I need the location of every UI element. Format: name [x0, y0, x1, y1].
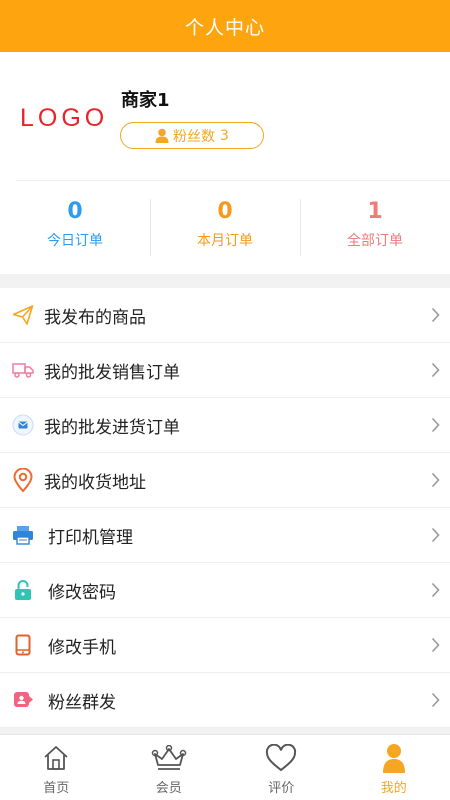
- stat-value: 1: [367, 199, 383, 224]
- home-icon: [42, 743, 70, 773]
- stat-label: 今日订单: [47, 233, 103, 249]
- tab-label: 会员: [155, 781, 182, 796]
- menu-item-change-password[interactable]: 修改密码: [0, 563, 450, 618]
- page-title: 个人中心: [184, 16, 265, 39]
- menu-item-label: 修改手机: [48, 637, 116, 658]
- menu-item-label: 我的收货地址: [44, 472, 146, 493]
- truck-icon: [12, 359, 34, 381]
- fans-count-badge[interactable]: 粉丝数 3: [120, 122, 264, 149]
- top-bar: 个人中心: [0, 0, 450, 52]
- stat-label: 全部订单: [347, 233, 403, 249]
- user-icon: [381, 743, 407, 773]
- chevron-right-icon: [431, 417, 440, 433]
- menu-item-label: 我的批发销售订单: [44, 362, 180, 383]
- fan-user-icon: [155, 128, 169, 143]
- stat-label: 本月订单: [197, 233, 253, 249]
- crown-icon: [151, 743, 187, 773]
- lock-icon: [12, 579, 34, 601]
- menu-item-label: 粉丝群发: [48, 692, 116, 713]
- tab-home[interactable]: 首页: [0, 735, 113, 800]
- menu-item-label: 我的批发进货订单: [44, 417, 180, 438]
- menu-item-label: 打印机管理: [48, 527, 133, 548]
- stat-all-orders[interactable]: 1 全部订单: [300, 181, 450, 274]
- stat-value: 0: [217, 199, 233, 224]
- stat-today-orders[interactable]: 0 今日订单: [0, 181, 150, 274]
- fan-broadcast-icon: [12, 689, 34, 711]
- menu-item-label: 修改密码: [48, 582, 116, 603]
- envelope-icon: [12, 414, 34, 436]
- fans-label: 粉丝数: [173, 128, 216, 145]
- stat-value: 0: [67, 199, 83, 224]
- chevron-right-icon: [431, 527, 440, 543]
- tab-member[interactable]: 会员: [113, 735, 226, 800]
- heart-icon: [265, 743, 297, 773]
- tab-label: 首页: [43, 781, 70, 796]
- tab-reviews[interactable]: 评价: [225, 735, 338, 800]
- menu-list: 我发布的商品 我的批发销售订单 我的批发进货订单 我的收货地址 打印机管理 修改…: [0, 288, 450, 728]
- chevron-right-icon: [431, 692, 440, 708]
- fans-count: 3: [220, 127, 229, 144]
- tab-label: 评价: [268, 781, 295, 796]
- chevron-right-icon: [431, 637, 440, 653]
- chevron-right-icon: [431, 362, 440, 378]
- menu-item-printer-management[interactable]: 打印机管理: [0, 508, 450, 563]
- bottom-tab-bar: 首页 会员 评价 我的: [0, 734, 450, 800]
- location-pin-icon: [12, 468, 34, 492]
- phone-icon: [12, 634, 34, 656]
- tab-label: 我的: [380, 781, 407, 796]
- printer-icon: [12, 524, 34, 546]
- order-stats: 0 今日订单 0 本月订单 1 全部订单: [0, 181, 450, 274]
- menu-item-my-products[interactable]: 我发布的商品: [0, 288, 450, 343]
- chevron-right-icon: [431, 472, 440, 488]
- profile-card: LOGO 商家1 粉丝数 3 0 今日订单 0 本月订单 1 全部订单: [0, 52, 450, 274]
- menu-item-change-phone[interactable]: 修改手机: [0, 618, 450, 673]
- menu-item-shipping-address[interactable]: 我的收货地址: [0, 453, 450, 508]
- menu-item-fan-broadcast[interactable]: 粉丝群发: [0, 673, 450, 728]
- tab-mine[interactable]: 我的: [338, 735, 450, 800]
- menu-item-wholesale-purchase-orders[interactable]: 我的批发进货订单: [0, 398, 450, 453]
- chevron-right-icon: [431, 582, 440, 598]
- shop-logo: LOGO: [20, 104, 109, 132]
- menu-item-wholesale-sales-orders[interactable]: 我的批发销售订单: [0, 343, 450, 398]
- shop-name: 商家1: [121, 90, 170, 111]
- paper-plane-icon: [12, 304, 34, 326]
- stat-month-orders[interactable]: 0 本月订单: [150, 181, 300, 274]
- menu-item-label: 我发布的商品: [44, 307, 146, 328]
- chevron-right-icon: [431, 307, 440, 323]
